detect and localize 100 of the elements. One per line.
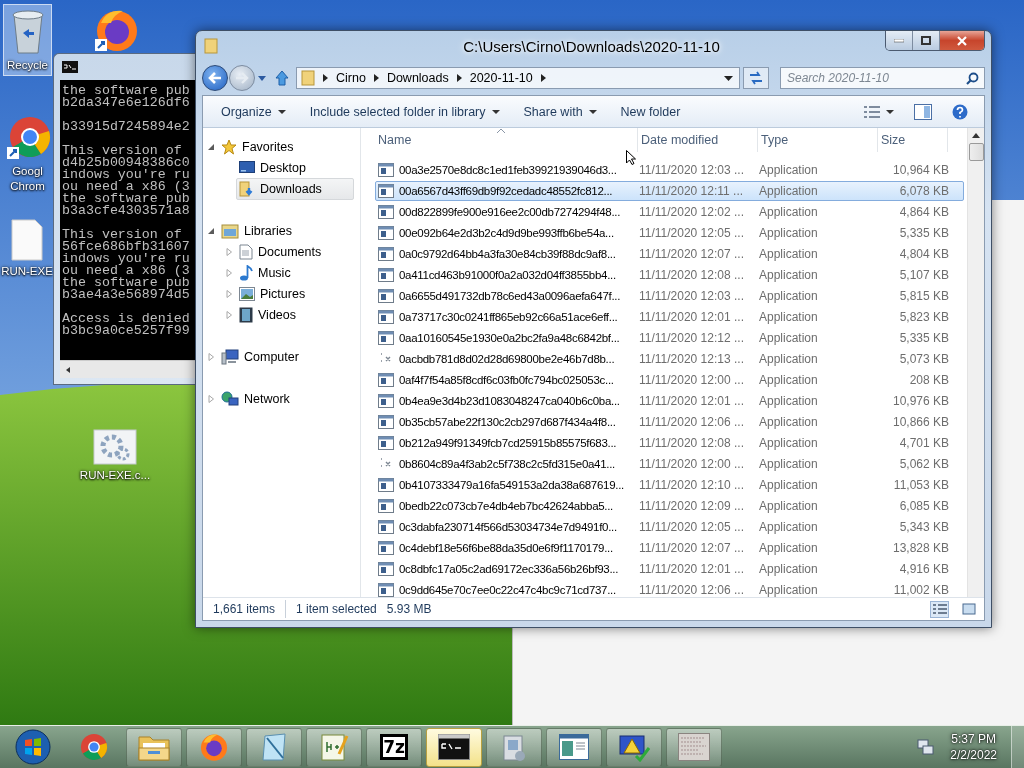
file-row[interactable]: 0a73717c30c0241ff865eb92c66a51ace6eff... 11/11/2020 12:01 ... Application 5,823 KB — [375, 307, 964, 327]
file-row[interactable]: 00d822899fe900e916ee2c00db7274294f48... 11/11/2020 12:02 ... Application 4,864 KB — [375, 202, 964, 222]
file-size: 10,866 KB — [891, 415, 949, 429]
desktop-icon-label: RUN-EXE.c... — [79, 468, 151, 483]
console-output-line: b3a3cfe4303571a8 — [62, 205, 191, 217]
breadcrumb-item[interactable]: 2020-11-10 — [469, 71, 533, 85]
details-view-button[interactable] — [930, 600, 949, 618]
file-row[interactable]: 0c3dabfa230714f566d53034734e7d9491f0... 11/11/2020 12:05 ... Application 5,343 KB — [375, 517, 964, 537]
column-header[interactable]: Date modified — [638, 128, 758, 152]
scrollbar-thumb[interactable] — [968, 143, 984, 161]
nav-tree-item[interactable]: Pictures — [236, 282, 354, 305]
nav-tree-item[interactable]: Desktop — [236, 156, 354, 179]
nav-tree-item[interactable]: Documents — [236, 240, 354, 263]
desktop-icon-label: Googl — [12, 164, 43, 179]
breadcrumb-item[interactable]: Downloads — [386, 71, 449, 85]
file-row[interactable]: 0aa10160545e1930e0a2bc2fa9a48c6842bf... 11/11/2020 12:12 ... Application 5,335 KB — [375, 328, 964, 348]
file-size: 5,335 KB — [898, 331, 949, 345]
expanded-triangle-icon[interactable] — [207, 226, 215, 235]
film-icon — [239, 306, 253, 323]
file-type: Application — [759, 373, 819, 387]
refresh-button[interactable] — [743, 67, 769, 89]
file-row[interactable]: 0a0c9792d64bb4a3fa30e84cb39f88dc9af8... 11/11/2020 12:07 ... Application 4,804 KB — [375, 244, 964, 264]
file-row[interactable]: 0acbdb781d8d02d28d69800be2e46b7d8b... 11/11/2020 12:13 ... Application 5,073 KB — [375, 349, 964, 369]
date-modified: 11/11/2020 12:00 ... — [639, 373, 745, 387]
scroll-up-icon[interactable] — [972, 133, 980, 138]
console-output-line: This version of — [62, 145, 182, 157]
file-row[interactable]: 0bedb22c073cb7e4db4eb7bc42624abba5... 11/11/2020 12:09 ... Application 6,085 KB — [375, 496, 964, 516]
network-icon[interactable] — [916, 739, 935, 755]
file-row[interactable]: 0c8dbfc17a05c2ad69172ec336a56b26bf93... 11/11/2020 12:01 ... Application 4,916 KB — [375, 559, 964, 579]
file-row[interactable]: 0a6655d491732db78c6ed43a0096aefa647f... 11/11/2020 12:03 ... Application 5,815 KB — [375, 286, 964, 306]
vertical-scrollbar[interactable] — [967, 128, 984, 597]
dropdown-caret-icon[interactable] — [724, 75, 733, 81]
address-bar[interactable]: Cirno Downloads 2020-11-10 — [296, 67, 740, 89]
console-output-line: b3bc9a0ce5257f99 — [62, 325, 191, 337]
back-button[interactable] — [202, 65, 228, 91]
search-field[interactable]: Search 2020-11-10 — [780, 67, 985, 89]
chrome-icon — [4, 115, 51, 161]
up-arrow-icon[interactable] — [275, 70, 289, 86]
expanded-triangle-icon[interactable] — [207, 142, 215, 151]
nav-tree-item[interactable]: Libraries — [218, 219, 354, 242]
folder-icon — [204, 38, 218, 54]
clock[interactable]: 5:37 PM 2/2/2022 — [950, 731, 997, 763]
recent-pages-caret-icon[interactable] — [258, 75, 266, 81]
show-desktop-button[interactable] — [1011, 726, 1024, 768]
toolbar-button[interactable]: Share with — [513, 100, 607, 123]
file-type: Application — [759, 352, 819, 366]
nav-tree-item[interactable]: Videos — [236, 303, 354, 326]
file-row[interactable]: 0b8604c89a4f3ab2c5f738c2c5fd315e0a41... 11/11/2020 12:00 ... Application 5,062 KB — [375, 454, 964, 474]
file-name: 0aa10160545e1930e0a2bc2fa9a48c6842bf... — [399, 332, 620, 344]
column-header[interactable]: Size — [878, 128, 948, 152]
file-row[interactable]: 0a411cd463b91000f0a2a032d04ff3855bb4... 11/11/2020 12:08 ... Application 5,107 KB — [375, 265, 964, 285]
large-icons-view-button[interactable] — [959, 600, 978, 618]
close-button[interactable] — [940, 31, 984, 50]
file-name: 0b8604c89a4f3ab2c5f738c2c5fd315e0a41... — [399, 458, 615, 470]
date-modified: 11/11/2020 12:01 ... — [639, 562, 745, 576]
toolbar-button[interactable]: New folder — [610, 100, 691, 123]
file-row[interactable]: 00e092b64e2d3b2c4d9d9be993ffb6be54a... 11/11/2020 12:05 ... Application 5,335 KB — [375, 223, 964, 243]
file-row[interactable]: 0c9dd645e70c7ee0c22c47c4bc9c71cd737... 11/11/2020 12:06 ... Application 11,002 KB — [375, 580, 964, 600]
nav-tree-item[interactable]: Network — [218, 387, 354, 410]
file-name: 00d822899fe900e916ee2c00db7274294f48... — [399, 206, 621, 218]
taskbar-button[interactable] — [426, 727, 482, 767]
breadcrumb-arrow-icon[interactable] — [323, 74, 328, 82]
nav-tree-item[interactable]: Music — [236, 261, 354, 284]
window-icon — [559, 734, 589, 760]
nav-tree-item[interactable]: Downloads — [236, 177, 354, 200]
file-row[interactable]: 0b4ea9e3d4b23d1083048247ca040b6c0ba... 11/11/2020 12:01 ... Application 10,976 KB — [375, 391, 964, 411]
date-modified: 11/11/2020 12:13 ... — [639, 352, 745, 366]
selection-count: 1 item selected — [296, 602, 377, 616]
toolbar-button[interactable]: Organize — [211, 100, 296, 123]
file-row[interactable]: 00a6567d43ff69db9f92cedadc48552fc812... 11/11/2020 12:11 ... Application 6,078 KB — [375, 181, 964, 201]
date-modified: 11/11/2020 12:05 ... — [639, 520, 745, 534]
file-row[interactable]: 0b4107333479a16fa549153a2da38a687619... 11/11/2020 12:10 ... Application 11,053 KB — [375, 475, 964, 495]
breadcrumb-arrow-icon[interactable] — [540, 74, 546, 82]
toolbar-button[interactable]: Include selected folder in library — [299, 100, 510, 123]
nav-tree-item[interactable]: Favorites — [218, 135, 354, 158]
file-name: 0b212a949f91349fcb7cd25915b85575f683... — [399, 437, 617, 449]
file-row[interactable]: 0b35cb57abe22f130c2cb297d687f434a4f8... 11/11/2020 12:06 ... Application 10,866 KB — [375, 412, 964, 432]
maximize-button[interactable] — [913, 31, 940, 50]
scroll-left-icon[interactable] — [64, 365, 72, 374]
nav-tree-item[interactable]: Computer — [218, 345, 354, 368]
file-type: Application — [759, 415, 819, 429]
taskbar-button[interactable] — [606, 727, 662, 767]
forward-arrow-icon — [235, 72, 249, 84]
application-icon — [378, 226, 394, 240]
search-icon[interactable] — [966, 72, 979, 85]
breadcrumb-item[interactable]: Cirno — [336, 71, 366, 85]
file-row[interactable]: 0b212a949f91349fcb7cd25915b85575f683... 11/11/2020 12:08 ... Application 4,701 KB — [375, 433, 964, 453]
desktop-shortcut[interactable]: Googl Chrom — [3, 112, 52, 197]
console-output-line: ou need a x86 (3 — [62, 265, 191, 277]
column-header[interactable]: Type — [758, 128, 878, 152]
breadcrumb-arrow-icon[interactable] — [456, 74, 462, 82]
breadcrumb-arrow-icon[interactable] — [373, 74, 379, 82]
horizontal-scrollbar[interactable] — [60, 360, 195, 378]
console-output-line: ou need a x86 (3 — [62, 181, 191, 193]
file-row[interactable]: 0af4f7f54a85f8cdf6c03fb0fc794bc025053c... 11/11/2020 12:00 ... Application 208 KB — [375, 370, 964, 390]
mouse-pointer-icon — [626, 150, 636, 165]
file-row[interactable]: 00a3e2570e8dc8c1ed1feb39921939046d3... 11/11/2020 12:03 ... Application 10,964 KB — [375, 160, 964, 180]
file-name: 0af4f7f54a85f8cdf6c03fb0fc794bc025053c... — [399, 374, 614, 386]
file-row[interactable]: 0c4debf18e56f6be88da35d0e6f9f1170179... 11/11/2020 12:07 ... Application 13,828 KB — [375, 538, 964, 558]
taskbar-button[interactable]: 7z — [366, 727, 422, 767]
